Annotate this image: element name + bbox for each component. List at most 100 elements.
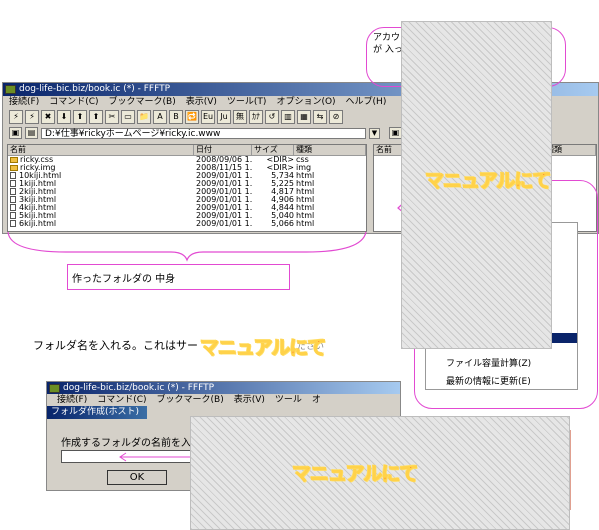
file-name: ricky.img: [8, 164, 194, 172]
dialog-menu-item[interactable]: コマンド(C): [97, 394, 146, 406]
toolbar-button-icon[interactable]: ⚡: [9, 110, 23, 124]
toolbar-button-icon[interactable]: Eu: [201, 110, 215, 124]
dialog-app-menu: 接続(F) コマンド(C) ブックマーク(B) 表示(V) ツールオ: [47, 394, 400, 406]
folder-up-icon[interactable]: ▣: [9, 127, 22, 139]
file-size: 5,225: [271, 180, 294, 188]
toolbar-button-icon[interactable]: B: [169, 110, 183, 124]
file-name-text: ricky.img: [20, 164, 56, 172]
file-name-text: 4kiji.html: [19, 204, 57, 212]
file-row[interactable]: 5kiji.html 2009/01/01 1... 5,040 html: [8, 212, 366, 220]
file-type: html: [296, 172, 315, 180]
dialog-menu-item[interactable]: オ: [312, 394, 321, 406]
file-name-text: 10kiji.html: [19, 172, 62, 180]
file-date: 2009/01/01 1...: [196, 188, 252, 196]
file-name: 4kiji.html: [8, 204, 194, 212]
curly-brace: [7, 231, 367, 262]
file-type: html: [296, 212, 315, 220]
file-row[interactable]: 10kiji.html 2009/01/01 1... 5,734 html: [8, 172, 366, 180]
menu-item[interactable]: 表示(V): [186, 96, 217, 108]
file-name: 2kiji.html: [8, 188, 194, 196]
col-date[interactable]: 日付: [194, 145, 252, 155]
manual-label-2: マニュアルにて: [199, 337, 326, 360]
file-row[interactable]: ricky.css 2008/09/06 1... <DIR> css: [8, 156, 366, 164]
local-path-input[interactable]: D:¥仕事¥rickyホームページ¥ricky.ic.www: [41, 127, 366, 139]
menu-item-refresh[interactable]: 最新の情報に更新(E): [446, 374, 531, 387]
file-type: img: [296, 164, 312, 172]
dialog-menu-item[interactable]: 表示(V): [234, 394, 265, 406]
toolbar-button-icon[interactable]: ⊘: [329, 110, 343, 124]
file-row[interactable]: 4kiji.html 2009/01/01 1... 4,844 html: [8, 204, 366, 212]
file-name: 6kiji.html: [8, 220, 194, 228]
file-name: ricky.css: [8, 156, 194, 164]
menu-item[interactable]: 接続(F): [9, 96, 39, 108]
toolbar-button-icon[interactable]: ↺: [265, 110, 279, 124]
menu-item[interactable]: ブックマーク(B): [109, 96, 176, 108]
file-size: 5,040: [271, 212, 294, 220]
file-row[interactable]: 3kiji.html 2009/01/01 1... 4,906 html: [8, 196, 366, 204]
manual-label-1: マニュアルにて: [424, 170, 551, 193]
dialog-menu-item[interactable]: ブックマーク(B): [157, 394, 224, 406]
menu-item[interactable]: ヘルプ(H): [346, 96, 387, 108]
toolbar-button-icon[interactable]: ✖: [41, 110, 55, 124]
file-row[interactable]: 6kiji.html 2009/01/01 1... 5,066 html: [8, 220, 366, 228]
toolbar-button-icon[interactable]: ✂: [105, 110, 119, 124]
file-name-text: 6kiji.html: [19, 220, 57, 228]
toolbar-button-icon[interactable]: ▥: [281, 110, 295, 124]
toolbar-button-icon[interactable]: ▦: [297, 110, 311, 124]
file-icon: [10, 196, 16, 203]
file-name: 5kiji.html: [8, 212, 194, 220]
col-size[interactable]: サイズ: [252, 145, 294, 155]
toolbar-button-icon[interactable]: ⬇: [57, 110, 71, 124]
ok-button[interactable]: OK: [107, 470, 167, 485]
file-date: 2009/01/01 1...: [196, 172, 252, 180]
toolbar-button-icon[interactable]: ▭: [121, 110, 135, 124]
toolbar-button-icon[interactable]: A: [153, 110, 167, 124]
path-dropdown-icon[interactable]: ▼: [369, 127, 380, 139]
menu-item-calc-size[interactable]: ファイル容量計算(Z): [446, 356, 531, 369]
dialog-menu-item[interactable]: ツール: [275, 394, 302, 406]
toolbar-button-icon[interactable]: Ju: [217, 110, 231, 124]
toolbar-button-icon[interactable]: 🔁: [185, 110, 199, 124]
file-name-text: 1kiji.html: [19, 180, 57, 188]
col-name[interactable]: 名前: [8, 145, 194, 155]
dialog-menu-item[interactable]: 接続(F): [57, 394, 87, 406]
toolbar-button-icon[interactable]: 無: [233, 110, 247, 124]
toolbar-button-icon[interactable]: ｶﾅ: [249, 110, 263, 124]
dialog-title: フォルダ作成(ホスト): [51, 407, 140, 417]
toolbar-button-icon[interactable]: ⚡: [25, 110, 39, 124]
dialog-app-titlebar[interactable]: dog-life-bic.biz/book.ic (*) - FFFTP: [47, 382, 400, 394]
file-name-text: ricky.css: [20, 156, 54, 164]
toolbar-button-icon[interactable]: 📁: [137, 110, 151, 124]
file-name-text: 2kiji.html: [19, 188, 57, 196]
dialog-app-icon: [49, 384, 60, 393]
file-type: html: [296, 180, 315, 188]
file-size: 5,066: [271, 220, 294, 228]
file-row[interactable]: ricky.img 2008/11/15 1... <DIR> img: [8, 164, 366, 172]
toolbar-button-icon[interactable]: ⬆: [73, 110, 87, 124]
dialog-app-title: dog-life-bic.biz/book.ic (*) - FFFTP: [63, 383, 215, 393]
local-file-list[interactable]: 名前 日付 サイズ 種類 ricky.css 2008/09/06 1... <DI…: [7, 144, 367, 232]
file-date: 2009/01/01 1...: [196, 204, 252, 212]
file-size: 4,844: [271, 204, 294, 212]
file-name: 10kiji.html: [8, 172, 194, 180]
toolbar-button-icon[interactable]: ⇆: [313, 110, 327, 124]
col-type[interactable]: 種類: [294, 145, 366, 155]
file-row[interactable]: 2kiji.html 2009/01/01 1... 4,817 html: [8, 188, 366, 196]
toolbar-button-icon[interactable]: ⬆: [89, 110, 103, 124]
file-name-text: 3kiji.html: [19, 196, 57, 204]
menu-item[interactable]: コマンド(C): [49, 96, 98, 108]
open-folder-icon[interactable]: ▤: [25, 127, 38, 139]
instruction-main: フォルダ名を入れる。これはサー: [33, 339, 198, 352]
file-size: 4,817: [271, 188, 294, 196]
file-date: 2009/01/01 1...: [196, 196, 252, 204]
file-date: 2009/01/01 1...: [196, 220, 252, 228]
menu-item[interactable]: ツール(T): [227, 96, 267, 108]
dialog-titlebar[interactable]: フォルダ作成(ホスト): [47, 406, 147, 419]
file-date: 2008/09/06 1...: [196, 156, 252, 164]
menu-item[interactable]: オプション(O): [276, 96, 335, 108]
file-name-text: 5kiji.html: [19, 212, 57, 220]
file-row[interactable]: 1kiji.html 2009/01/01 1... 5,225 html: [8, 180, 366, 188]
local-path-text: D:¥仕事¥rickyホームページ¥ricky.ic.www: [45, 128, 221, 139]
file-size: 4,906: [271, 196, 294, 204]
file-date: 2009/01/01 1...: [196, 180, 252, 188]
